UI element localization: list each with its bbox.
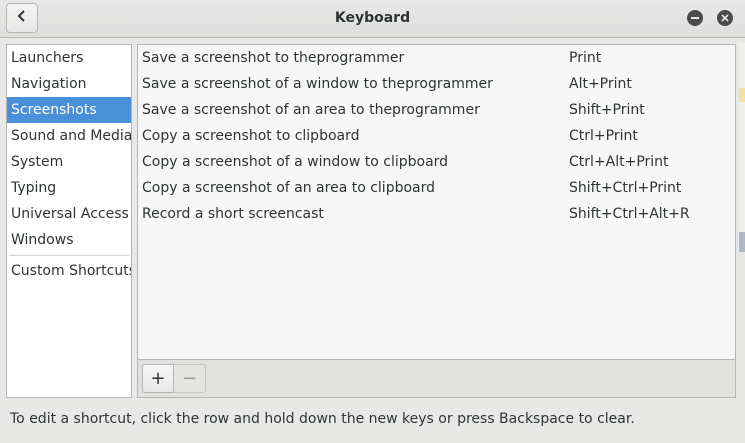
sidebar-item-sound-and-media[interactable]: Sound and Media [7, 123, 131, 149]
sidebar-item-universal-access[interactable]: Universal Access [7, 201, 131, 227]
close-button[interactable] [717, 10, 733, 26]
sidebar-item-launchers[interactable]: Launchers [7, 45, 131, 71]
shortcut-action: Save a screenshot of an area to theprogr… [142, 102, 480, 118]
shortcut-row[interactable]: Save a screenshot of an area to theprogr… [138, 97, 735, 123]
shortcut-action: Copy a screenshot to clipboard [142, 128, 360, 144]
add-shortcut-button[interactable]: + [142, 364, 174, 393]
header-bar: Keyboard [0, 0, 745, 38]
shortcut-accelerator: Shift+Ctrl+Alt+R [569, 206, 690, 222]
shortcut-action: Copy a screenshot of a window to clipboa… [142, 154, 449, 170]
minimize-button[interactable] [687, 10, 703, 26]
shortcut-row[interactable]: Record a short screencast Shift+Ctrl+Alt… [138, 201, 735, 227]
shortcut-row[interactable]: Copy a screenshot of a window to clipboa… [138, 149, 735, 175]
shortcut-list: Save a screenshot to theprogrammer Print… [137, 44, 736, 360]
sidebar-item-navigation[interactable]: Navigation [7, 71, 131, 97]
close-icon [721, 10, 729, 26]
sidebar-item-screenshots[interactable]: Screenshots [7, 97, 131, 123]
shortcut-accelerator: Ctrl+Alt+Print [569, 154, 669, 170]
shortcut-accelerator: Shift+Print [569, 102, 645, 118]
shortcut-row[interactable]: Copy a screenshot of an area to clipboar… [138, 175, 735, 201]
help-text: To edit a shortcut, click the row and ho… [10, 411, 635, 427]
remove-shortcut-button[interactable]: − [174, 364, 206, 393]
shortcut-row[interactable]: Save a screenshot to theprogrammer Print [138, 45, 735, 71]
shortcut-toolbar: + − [137, 359, 736, 398]
window-title: Keyboard [334, 10, 411, 26]
background-window-edge [739, 88, 745, 102]
background-window-edge [739, 232, 745, 252]
shortcut-row[interactable]: Save a screenshot of a window to theprog… [138, 71, 735, 97]
minimize-icon [691, 10, 699, 26]
shortcut-action: Save a screenshot of a window to theprog… [142, 76, 493, 92]
sidebar-item-custom-shortcuts[interactable]: Custom Shortcuts [7, 258, 131, 284]
shortcut-accelerator: Shift+Ctrl+Print [569, 180, 682, 196]
shortcut-action: Save a screenshot to theprogrammer [142, 50, 405, 66]
sidebar-item-typing[interactable]: Typing [7, 175, 131, 201]
shortcut-accelerator: Print [569, 50, 602, 66]
sidebar-item-windows[interactable]: Windows [7, 227, 131, 253]
sidebar-separator [9, 255, 129, 256]
shortcut-action: Record a short screencast [142, 206, 324, 222]
shortcut-row[interactable]: Copy a screenshot to clipboard Ctrl+Prin… [138, 123, 735, 149]
sidebar-item-system[interactable]: System [7, 149, 131, 175]
shortcut-action: Copy a screenshot of an area to clipboar… [142, 180, 436, 196]
background-window-edge [739, 43, 745, 233]
category-sidebar: Launchers Navigation Screenshots Sound a… [6, 44, 132, 398]
shortcut-accelerator: Ctrl+Print [569, 128, 638, 144]
shortcut-accelerator: Alt+Print [569, 76, 632, 92]
